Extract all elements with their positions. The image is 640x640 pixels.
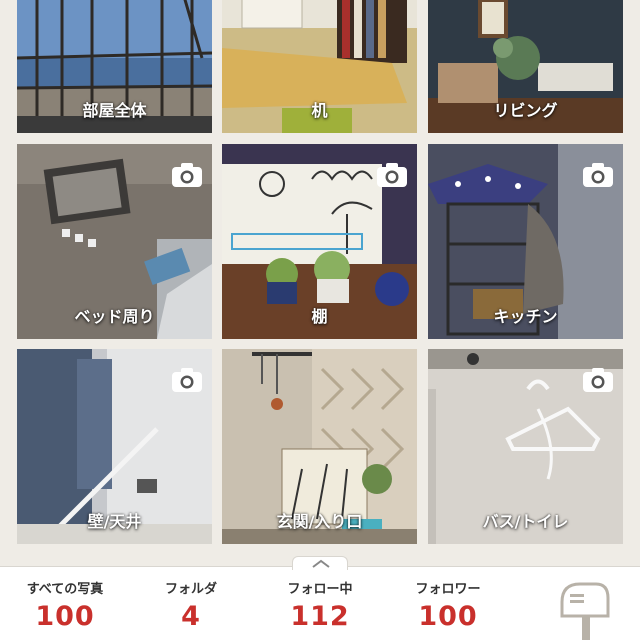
folder-tile-bed[interactable]: ベッド周り <box>17 144 212 339</box>
expand-handle[interactable] <box>292 556 348 570</box>
folder-tile-room[interactable]: 部屋全体 <box>17 0 212 133</box>
stat-value: 4 <box>181 601 201 632</box>
folder-tile-bath[interactable]: バス/トイレ <box>428 349 623 544</box>
folder-label: ベッド周り <box>74 307 155 326</box>
camera-icon[interactable] <box>171 162 203 188</box>
folder-tile-wall[interactable]: 壁/天井 <box>17 349 212 544</box>
chevron-up-icon <box>312 559 330 568</box>
stat-label: フォロワー <box>415 582 481 597</box>
stat-following[interactable]: フォロー中 112 <box>260 578 380 632</box>
folder-tile-kitchen[interactable]: キッチン <box>428 144 623 339</box>
camera-icon[interactable] <box>582 162 614 188</box>
stat-value: 100 <box>418 601 478 632</box>
folder-label: 玄関/入り口 <box>276 512 363 531</box>
folder-label: リビング <box>493 101 558 120</box>
folder-label: 部屋全体 <box>82 101 147 120</box>
folder-label: バス/トイレ <box>482 512 569 531</box>
stat-value: 112 <box>290 601 350 632</box>
camera-icon[interactable] <box>582 367 614 393</box>
stat-folders[interactable]: フォルダ 4 <box>131 578 251 632</box>
folder-tile-entrance[interactable]: 玄関/入り口 <box>222 349 417 544</box>
stat-label: すべての写真 <box>26 582 104 597</box>
folder-label: 机 <box>311 101 328 120</box>
folder-grid: 部屋全体 机 リビング ベッド周り 棚 キッチン 壁/天井 玄関/入り口 バス/… <box>0 0 640 556</box>
stat-label: フォロー中 <box>287 582 353 597</box>
camera-icon[interactable] <box>376 162 408 188</box>
folder-label: 棚 <box>311 307 328 326</box>
stat-followers[interactable]: フォロワー 100 <box>388 578 508 632</box>
stat-label: フォルダ <box>164 582 217 597</box>
mailbox-icon[interactable] <box>556 580 612 640</box>
camera-icon[interactable] <box>171 367 203 393</box>
stat-all-photos[interactable]: すべての写真 100 <box>5 578 125 632</box>
folder-label: キッチン <box>493 307 558 326</box>
folder-tile-desk[interactable]: 机 <box>222 0 417 133</box>
folder-tile-living[interactable]: リビング <box>428 0 623 133</box>
stat-value: 100 <box>35 601 95 632</box>
folder-label: 壁/天井 <box>87 512 142 531</box>
folder-tile-shelf[interactable]: 棚 <box>222 144 417 339</box>
